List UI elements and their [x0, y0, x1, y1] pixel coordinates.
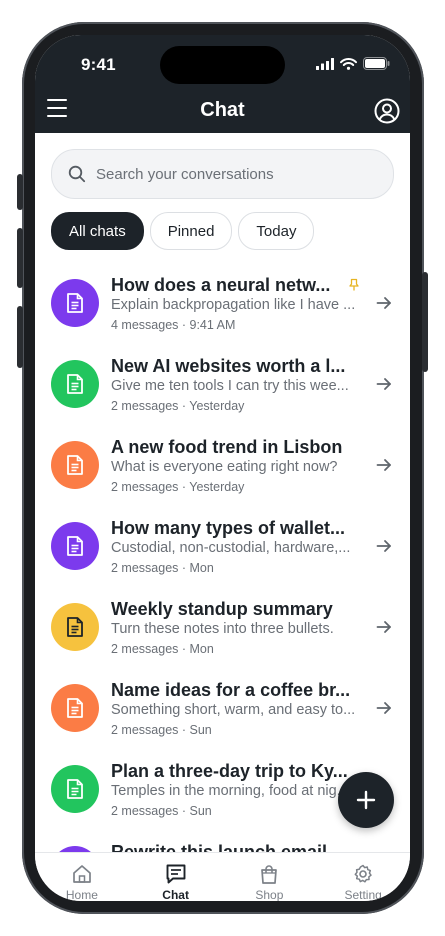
- arrow-right-icon[interactable]: [375, 618, 393, 636]
- status-icons: [316, 57, 390, 70]
- arrow-right-icon[interactable]: [375, 294, 393, 312]
- conversation-meta: 2 messages · Yesterday: [111, 399, 245, 413]
- arrow-right-icon[interactable]: [375, 375, 393, 393]
- conversation-preview: Temples in the morning, food at nig...: [111, 783, 349, 799]
- conversation-row[interactable]: A new food trend in Lisbon What is everyo…: [35, 425, 410, 506]
- conversation-title: How many types of wallet...: [111, 518, 346, 538]
- conversation-meta: 2 messages · Sun: [111, 723, 212, 737]
- search-bar[interactable]: [51, 149, 394, 199]
- tab-chat[interactable]: Chat: [129, 853, 223, 901]
- search-icon: [68, 165, 86, 183]
- user-icon: [374, 98, 400, 124]
- header: 9:41 Chat: [35, 35, 410, 133]
- gear-icon: [354, 864, 372, 883]
- conversation-title: Plan a three-day trip to Ky...: [111, 761, 348, 781]
- tab-chat-label: Chat: [162, 888, 189, 901]
- conversation-preview: What is everyone eating right now?: [111, 459, 338, 475]
- conversation-avatar: [51, 765, 99, 813]
- conversation-row[interactable]: Name ideas for a coffee br... Something s…: [35, 668, 410, 749]
- screen: 9:41 Chat Search your conversations All …: [35, 35, 410, 901]
- conversation-row[interactable]: Weekly standup summary Turn these notes i…: [35, 587, 410, 668]
- plus-icon: [356, 790, 376, 810]
- tab-setting[interactable]: Setting: [316, 853, 410, 901]
- conversation-meta: 4 messages · 9:41 AM: [111, 318, 236, 332]
- home-icon: [73, 865, 91, 883]
- tab-bar: Home Chat Shop Setting: [35, 852, 410, 901]
- conversation-title: Weekly standup summary: [111, 599, 333, 619]
- conversation-preview: Custodial, non-custodial, hardware,...: [111, 540, 351, 556]
- tab-shop-label: Shop: [255, 888, 284, 901]
- status-time: 9:41: [81, 55, 116, 74]
- document-icon: [67, 536, 83, 556]
- tab-shop[interactable]: Shop: [223, 853, 317, 901]
- mute-switch: [17, 174, 23, 210]
- conversation-preview: Explain backpropagation like I have ...: [111, 297, 356, 313]
- conversation-preview: Something short, warm, and easy to...: [111, 702, 356, 718]
- tab-home-label: Home: [65, 888, 98, 901]
- document-icon: [67, 374, 83, 394]
- wifi-icon: [340, 57, 357, 70]
- power-button: [422, 272, 428, 372]
- conversation-avatar: [51, 603, 99, 651]
- conversation-avatar: [51, 279, 99, 327]
- signal-icon: [316, 57, 334, 70]
- document-icon: [67, 698, 83, 718]
- tab-setting-label: Setting: [344, 888, 382, 901]
- dynamic-island: [160, 46, 285, 84]
- conversation-avatar: [51, 522, 99, 570]
- conversation-meta: 2 messages · Yesterday: [111, 480, 245, 494]
- conversation-preview: Turn these notes into three bullets.: [111, 621, 334, 637]
- conversation-title: How does a neural netw...: [111, 275, 331, 295]
- conversation-title: A new food trend in Lisbon: [111, 437, 343, 457]
- arrow-right-icon[interactable]: [375, 699, 393, 717]
- document-icon: [67, 617, 83, 637]
- conversation-meta: 2 messages · Mon: [111, 642, 214, 656]
- document-icon: [67, 293, 83, 313]
- filter-chips: All chats Pinned Today: [51, 212, 315, 250]
- conversation-meta: 2 messages · Sun: [111, 804, 212, 818]
- conversation-avatar: [51, 360, 99, 408]
- document-icon: [67, 455, 83, 475]
- pin-icon: [349, 278, 359, 291]
- conversation-meta: 2 messages · Mon: [111, 561, 214, 575]
- volume-down-button: [17, 306, 23, 368]
- battery-icon: [363, 57, 390, 70]
- conversation-preview: Give me ten tools I can try this wee...: [111, 378, 349, 394]
- tab-home[interactable]: Home: [35, 853, 129, 901]
- search-input[interactable]: [94, 164, 378, 184]
- new-chat-button[interactable]: [338, 772, 394, 828]
- chat-icon: [166, 864, 186, 884]
- conversation-avatar: [51, 684, 99, 732]
- document-icon: [67, 779, 83, 799]
- filter-all-chats[interactable]: All chats: [51, 212, 144, 250]
- conversation-avatar: [51, 441, 99, 489]
- arrow-right-icon[interactable]: [375, 456, 393, 474]
- arrow-right-icon[interactable]: [375, 537, 393, 555]
- filter-today[interactable]: Today: [238, 212, 315, 250]
- page-title: Chat: [200, 99, 245, 121]
- conversation-row[interactable]: New AI websites worth a l... Give me ten …: [35, 344, 410, 425]
- conversation-title: Name ideas for a coffee br...: [111, 680, 351, 700]
- conversation-row[interactable]: How does a neural netw... Explain backpro…: [35, 263, 410, 344]
- conversation-row[interactable]: How many types of wallet... Custodial, no…: [35, 506, 410, 587]
- filter-pinned[interactable]: Pinned: [149, 212, 233, 250]
- profile-button[interactable]: [374, 98, 400, 124]
- shopping-bag-icon: [261, 865, 278, 884]
- volume-up-button: [17, 228, 23, 288]
- conversation-title: New AI websites worth a l...: [111, 356, 346, 376]
